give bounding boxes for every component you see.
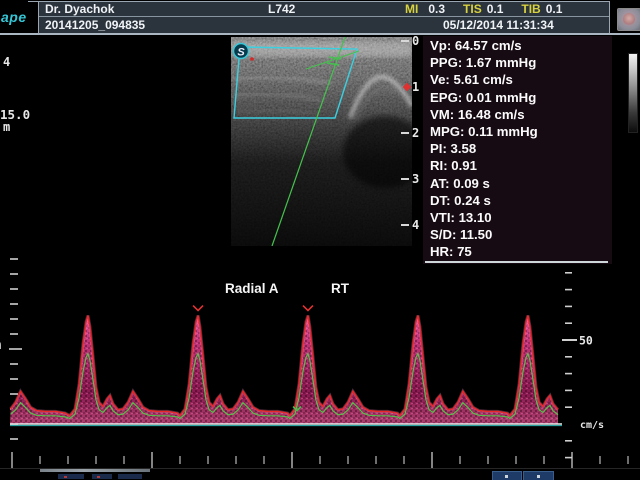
softkey-fragment bbox=[92, 474, 112, 479]
softkey-fragment bbox=[58, 474, 84, 479]
soft-button-right[interactable] bbox=[523, 471, 554, 480]
doppler-spectrum: 50 cm/s bbox=[0, 0, 640, 480]
velocity-axis-label: 50 bbox=[579, 334, 593, 348]
peak-measure-caret[interactable] bbox=[303, 306, 313, 311]
soft-button-glyph bbox=[505, 475, 508, 478]
soft-button-glyph bbox=[537, 475, 540, 478]
peak-measure-caret[interactable] bbox=[193, 306, 203, 311]
cine-scroll-bar[interactable] bbox=[40, 469, 150, 472]
velocity-unit-label: cm/s bbox=[580, 420, 604, 431]
softkey-accent bbox=[64, 476, 67, 478]
ultrasound-screen: ape Dr. Dyachok L742 MI 0.3 TIS 0.1 TIB … bbox=[0, 0, 640, 480]
softkey-accent bbox=[97, 476, 100, 478]
softkey-fragment bbox=[118, 474, 142, 479]
soft-button-left[interactable] bbox=[492, 471, 522, 480]
